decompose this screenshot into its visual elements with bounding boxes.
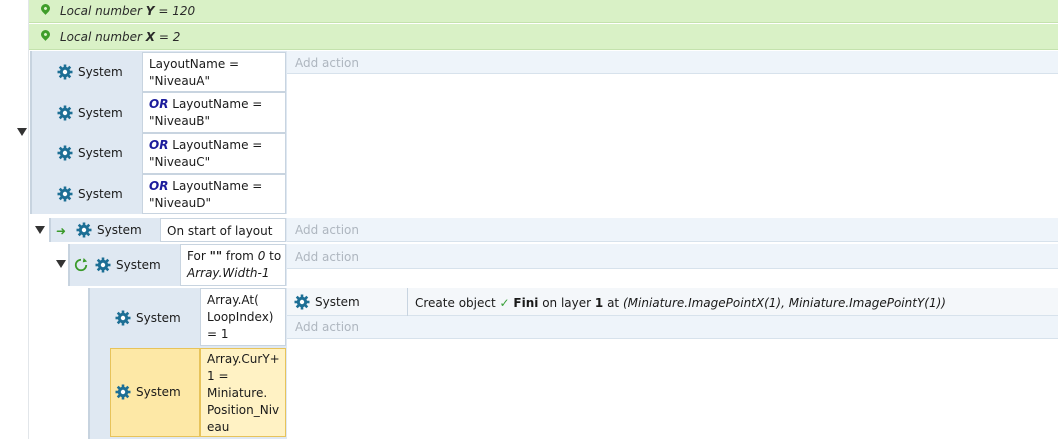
condition-system-1[interactable]: System bbox=[57, 64, 123, 80]
gear-icon bbox=[115, 310, 131, 326]
gear-icon bbox=[95, 257, 111, 273]
condition-array-at[interactable]: Array.At( LoopIndex) = 1 bbox=[200, 288, 286, 346]
variable-text: Local number Y = 120 bbox=[60, 4, 196, 18]
condition-line: LoopIndex) bbox=[207, 310, 274, 324]
system-label: System bbox=[136, 311, 181, 325]
action-area-2 bbox=[287, 218, 1058, 242]
variable-text: Local number X = 2 bbox=[60, 30, 181, 44]
at-text: at bbox=[607, 296, 620, 310]
loop-icon bbox=[74, 258, 88, 272]
or-keyword: OR bbox=[149, 138, 169, 152]
condition-line: "NiveauD" bbox=[149, 196, 212, 210]
add-action-link[interactable]: Add action bbox=[295, 223, 359, 237]
gear-icon bbox=[57, 186, 73, 202]
trigger-arrow-icon: ➜ bbox=[56, 224, 67, 238]
variable-row-x[interactable]: Local number X = 2 bbox=[29, 24, 1058, 50]
condition-system-3[interactable]: System bbox=[57, 145, 123, 161]
action-area-4 bbox=[287, 316, 1058, 339]
condition-line: "NiveauC" bbox=[149, 155, 211, 169]
condition-text-1[interactable]: LayoutName = "NiveauA" bbox=[142, 52, 286, 92]
or-keyword: OR bbox=[149, 97, 169, 111]
condition-system-4[interactable]: System bbox=[57, 186, 123, 202]
variable-row-y[interactable]: Local number Y = 120 bbox=[29, 0, 1058, 23]
gear-icon bbox=[294, 294, 310, 310]
action-area-1 bbox=[287, 51, 1058, 74]
condition-line: = 1 bbox=[207, 327, 229, 341]
on-layer-text: on layer bbox=[542, 296, 592, 310]
condition-line: LayoutName = bbox=[168, 138, 263, 152]
add-action-link[interactable]: Add action bbox=[295, 56, 359, 70]
condition-line: Position_Niv bbox=[207, 403, 280, 417]
location-pin-icon bbox=[39, 28, 52, 41]
condition-on-start-of-layout[interactable]: On start of layout bbox=[160, 218, 286, 242]
condition-for-loop[interactable]: For "" from 0 to Array.Width-1 bbox=[180, 244, 286, 286]
coordinates-expression: (Miniature.ImagePointX(1), Miniature.Ima… bbox=[622, 296, 946, 310]
location-pin-icon bbox=[39, 2, 52, 15]
gear-icon bbox=[115, 384, 131, 400]
system-label: System bbox=[78, 187, 123, 201]
to-keyword: to bbox=[269, 249, 282, 263]
loop-name: "" bbox=[209, 249, 223, 263]
add-action-link[interactable]: Add action bbox=[295, 250, 359, 264]
condition-line: 1 = bbox=[207, 369, 229, 383]
condition-line: Array.CurY+ bbox=[207, 352, 280, 366]
gutter-line bbox=[28, 0, 29, 439]
system-label: System bbox=[78, 106, 123, 120]
action-system[interactable]: System bbox=[294, 294, 360, 310]
loop-start: 0 bbox=[257, 249, 266, 263]
condition-line: LayoutName = bbox=[168, 97, 263, 111]
condition-line: LayoutName = bbox=[149, 57, 240, 71]
condition-line: "NiveauB" bbox=[149, 114, 211, 128]
condition-line: "NiveauA" bbox=[149, 74, 211, 88]
condition-system-for[interactable]: System bbox=[95, 257, 161, 273]
collapse-toggle[interactable] bbox=[35, 226, 45, 234]
or-keyword: OR bbox=[149, 179, 169, 193]
condition-text-3[interactable]: OR LayoutName = "NiveauC" bbox=[142, 133, 286, 174]
action-area-3 bbox=[287, 244, 1058, 269]
triangle-down-icon bbox=[17, 128, 27, 136]
condition-line: LayoutName = bbox=[168, 179, 263, 193]
triangle-down-icon bbox=[56, 260, 66, 268]
layer-number: 1 bbox=[594, 296, 604, 310]
gear-icon bbox=[57, 105, 73, 121]
from-keyword: from bbox=[225, 249, 254, 263]
condition-system-2[interactable]: System bbox=[57, 105, 123, 121]
condition-text-2[interactable]: OR LayoutName = "NiveauB" bbox=[142, 92, 286, 133]
system-label: System bbox=[78, 146, 123, 160]
condition-text-4[interactable]: OR LayoutName = "NiveauD" bbox=[142, 174, 286, 214]
gear-icon bbox=[57, 145, 73, 161]
action-text[interactable]: Create object ✓ Fini on layer 1 at (Mini… bbox=[407, 288, 1058, 316]
condition-array-cury[interactable]: Array.CurY+ 1 = Miniature. Position_Niv … bbox=[200, 348, 286, 437]
add-action-link[interactable]: Add action bbox=[295, 320, 359, 334]
condition-line: Miniature. bbox=[207, 386, 268, 400]
gear-icon bbox=[76, 222, 92, 238]
system-label: System bbox=[78, 65, 123, 79]
condition-system-array-cury[interactable]: System bbox=[115, 384, 181, 400]
for-keyword: For bbox=[187, 249, 206, 263]
system-label: System bbox=[315, 295, 360, 309]
collapse-toggle[interactable] bbox=[56, 260, 66, 268]
condition-system-trigger[interactable]: System bbox=[76, 222, 142, 238]
system-label: System bbox=[116, 258, 161, 272]
loop-end: Array.Width-1 bbox=[187, 266, 270, 280]
collapse-toggle[interactable] bbox=[17, 128, 27, 136]
system-label: System bbox=[136, 385, 181, 399]
system-label: System bbox=[97, 223, 142, 237]
triangle-down-icon bbox=[35, 226, 45, 234]
gear-icon bbox=[57, 64, 73, 80]
condition-line: Array.At( bbox=[207, 293, 259, 307]
action-verb: Create object bbox=[415, 296, 496, 310]
condition-line: eau bbox=[207, 420, 230, 434]
checkmark-icon: ✓ bbox=[499, 296, 510, 310]
object-name: Fini bbox=[513, 296, 539, 310]
condition-system-array-at[interactable]: System bbox=[115, 310, 181, 326]
